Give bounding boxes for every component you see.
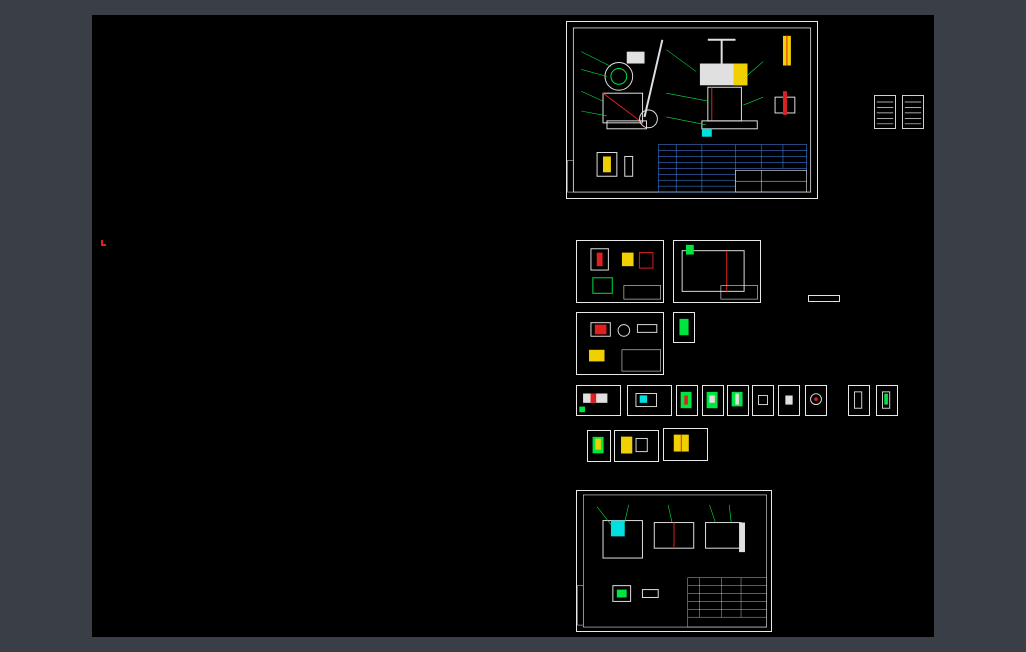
assembly-drawing-graphics xyxy=(567,27,812,193)
assembly-drawing-sheet[interactable] xyxy=(566,21,818,199)
detail-sheet-11-graphics xyxy=(592,436,604,454)
scale-bar[interactable] xyxy=(808,295,840,302)
detail-sheet-6-graphics xyxy=(758,395,768,406)
detail-sheet-6[interactable] xyxy=(752,385,774,416)
part-drawing-sheet-4-graphics xyxy=(679,318,689,336)
detail-sheet-12-graphics xyxy=(621,436,648,454)
detail-sheet-10-graphics xyxy=(882,391,891,409)
detail-sheet-3[interactable] xyxy=(676,385,698,416)
detail-sheet-8-graphics xyxy=(810,393,822,406)
detail-sheet-11[interactable] xyxy=(587,430,611,462)
detail-sheet-5[interactable] xyxy=(727,385,749,416)
detail-sheet-5-graphics xyxy=(731,391,743,407)
note-block-left[interactable] xyxy=(874,95,896,129)
detail-sheet-1[interactable] xyxy=(576,385,621,416)
detail-sheet-2-graphics xyxy=(635,393,657,408)
detail-sheet-8[interactable] xyxy=(805,385,827,416)
subassembly-drawing-sheet[interactable] xyxy=(576,490,772,632)
detail-sheet-9[interactable] xyxy=(848,385,870,416)
subassembly-drawing-sheet-graphics xyxy=(577,494,767,628)
detail-sheet-1-graphics xyxy=(579,393,608,413)
part-drawing-sheet-1-graphics xyxy=(590,248,661,300)
detail-sheet-3-graphics xyxy=(680,391,692,409)
note-block-left-graphics xyxy=(876,101,894,125)
part-drawing-sheet-4[interactable] xyxy=(673,312,695,343)
detail-sheet-7-graphics xyxy=(785,395,793,405)
ucs-icon xyxy=(101,240,106,246)
detail-sheet-4[interactable] xyxy=(702,385,724,416)
detail-sheet-13[interactable] xyxy=(663,428,708,461)
note-block-right-graphics xyxy=(904,101,922,125)
part-drawing-sheet-1[interactable] xyxy=(576,240,664,303)
detail-sheet-2[interactable] xyxy=(627,385,672,416)
detail-sheet-7[interactable] xyxy=(778,385,800,416)
detail-sheet-4-graphics xyxy=(706,391,718,409)
part-drawing-sheet-3-graphics xyxy=(589,322,661,372)
part-drawing-sheet-2[interactable] xyxy=(673,240,761,303)
note-block-right[interactable] xyxy=(902,95,924,129)
drawing-canvas[interactable] xyxy=(92,15,934,637)
part-drawing-sheet-3[interactable] xyxy=(576,312,664,375)
part-drawing-sheet-2-graphics xyxy=(681,244,758,300)
detail-sheet-13-graphics xyxy=(673,434,689,452)
detail-sheet-9-graphics xyxy=(854,391,863,409)
detail-sheet-12[interactable] xyxy=(614,430,659,462)
detail-sheet-10[interactable] xyxy=(876,385,898,416)
